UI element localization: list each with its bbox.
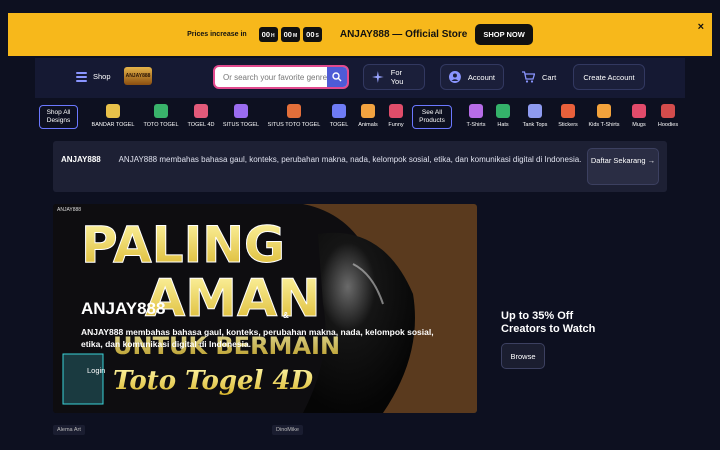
category-togel[interactable]: TOGEL [326,104,352,128]
hero-title: ANJAY888 [81,299,166,318]
category-funny[interactable]: Funny [384,104,408,128]
product-t-shirts[interactable]: T-Shirts [462,104,490,128]
category-icon [194,104,208,118]
shop-all-designs-button[interactable]: Shop All Designs [39,105,78,129]
category-situs-toto-togel[interactable]: SITUS TOTO TOGEL [266,104,322,128]
promo-title: Up to 35% Off Creators to Watch [501,310,596,335]
hoodie-icon [661,104,675,118]
create-account-label: Create Account [583,72,635,82]
artist-tag[interactable]: DinoMike [272,425,303,435]
tank-top-icon [528,104,542,118]
hero-ampersand: & [283,311,289,320]
category-situs-togel[interactable]: SITUS TOGEL [220,104,262,128]
category-icon [234,104,248,118]
daftar-sekarang-button[interactable]: Daftar Sekarang → [587,148,659,185]
sparkle-icon [372,71,384,83]
intro-description: ANJAY888 membahas bahasa gaul, konteks, … [118,155,582,164]
search-bar[interactable]: Or search your favorite genre [213,65,349,89]
product-hats[interactable]: Hats [492,104,514,128]
category-icon [361,104,375,118]
hero-tag: ANJAY888 [57,207,82,213]
cart-icon [522,71,535,83]
hamburger-icon [76,72,87,82]
hat-icon [496,104,510,118]
intro-brand: ANJAY888 [61,155,101,164]
category-toto-togel[interactable]: TOTO TOGEL [140,104,182,128]
search-button[interactable] [327,67,347,87]
intro-strip: ANJAY888 ANJAY888 membahas bahasa gaul, … [53,141,667,192]
promo-banner: Prices increase in 00 H 00 M 00 S ANJAY888 … [8,13,712,56]
category-icon [389,104,403,118]
shop-now-button[interactable]: SHOP NOW [475,24,533,45]
hero-login-link[interactable]: Login [87,366,105,375]
product-stickers[interactable]: Stickers [554,104,582,128]
user-icon [449,71,461,83]
hero-headline-line1: PALING [81,216,285,274]
product-kids-t-shirts[interactable]: Kids T-Shirts [585,104,623,128]
search-icon [332,72,342,82]
hero-description: ANJAY888 membahas bahasa gaul, konteks, … [81,327,434,349]
category-togel-4d[interactable]: TOGEL 4D [184,104,218,128]
product-hoodies[interactable]: Hoodies [654,104,682,128]
prices-increase-label: Prices increase in [187,31,247,38]
shop-menu-label[interactable]: Shop [93,72,111,81]
site-logo[interactable]: ANJAY888 [124,67,152,85]
hero-script-text: Toto Togel 4D [113,366,314,396]
product-tank-tops[interactable]: Tank Tops [518,104,552,128]
t-shirt-icon [469,104,483,118]
for-you-label: For You [390,68,404,86]
create-account-button[interactable]: Create Account [573,64,645,90]
close-banner-icon[interactable]: × [698,21,704,33]
product-mugs[interactable]: Mugs [628,104,650,128]
category-bandar-togel[interactable]: BANDAR TOGEL [88,104,138,128]
mug-icon [632,104,646,118]
hero-headline-line2: AMAN [145,269,321,329]
artist-tag[interactable]: Alema Art [53,425,85,435]
cart-button[interactable]: Cart [514,64,566,90]
hero-banner[interactable]: PALING AMAN UNTUK BERMAIN Toto Togel 4D … [53,204,477,413]
category-icon [106,104,120,118]
official-store-text: ANJAY888 — Official Store [339,29,468,40]
for-you-button[interactable]: For You [363,64,425,90]
account-label: Account [467,72,495,82]
category-icon [154,104,168,118]
sticker-icon [561,104,575,118]
cart-label: Cart [542,72,557,82]
countdown-timer: 00 H 00 M 00 S [258,27,322,42]
see-all-products-button[interactable]: See All Products [412,105,452,129]
search-input[interactable]: Or search your favorite genre [223,73,327,82]
timer-seconds: 00 S [303,27,322,42]
timer-hours: 00 H [258,27,278,42]
browse-button[interactable]: Browse [501,343,545,369]
category-animals[interactable]: Animals [354,104,382,128]
timer-minutes: 00 M [280,27,301,42]
category-icon [332,104,346,118]
account-button[interactable]: Account [440,64,504,90]
category-icon [287,104,301,118]
kids-t-shirt-icon [597,104,611,118]
